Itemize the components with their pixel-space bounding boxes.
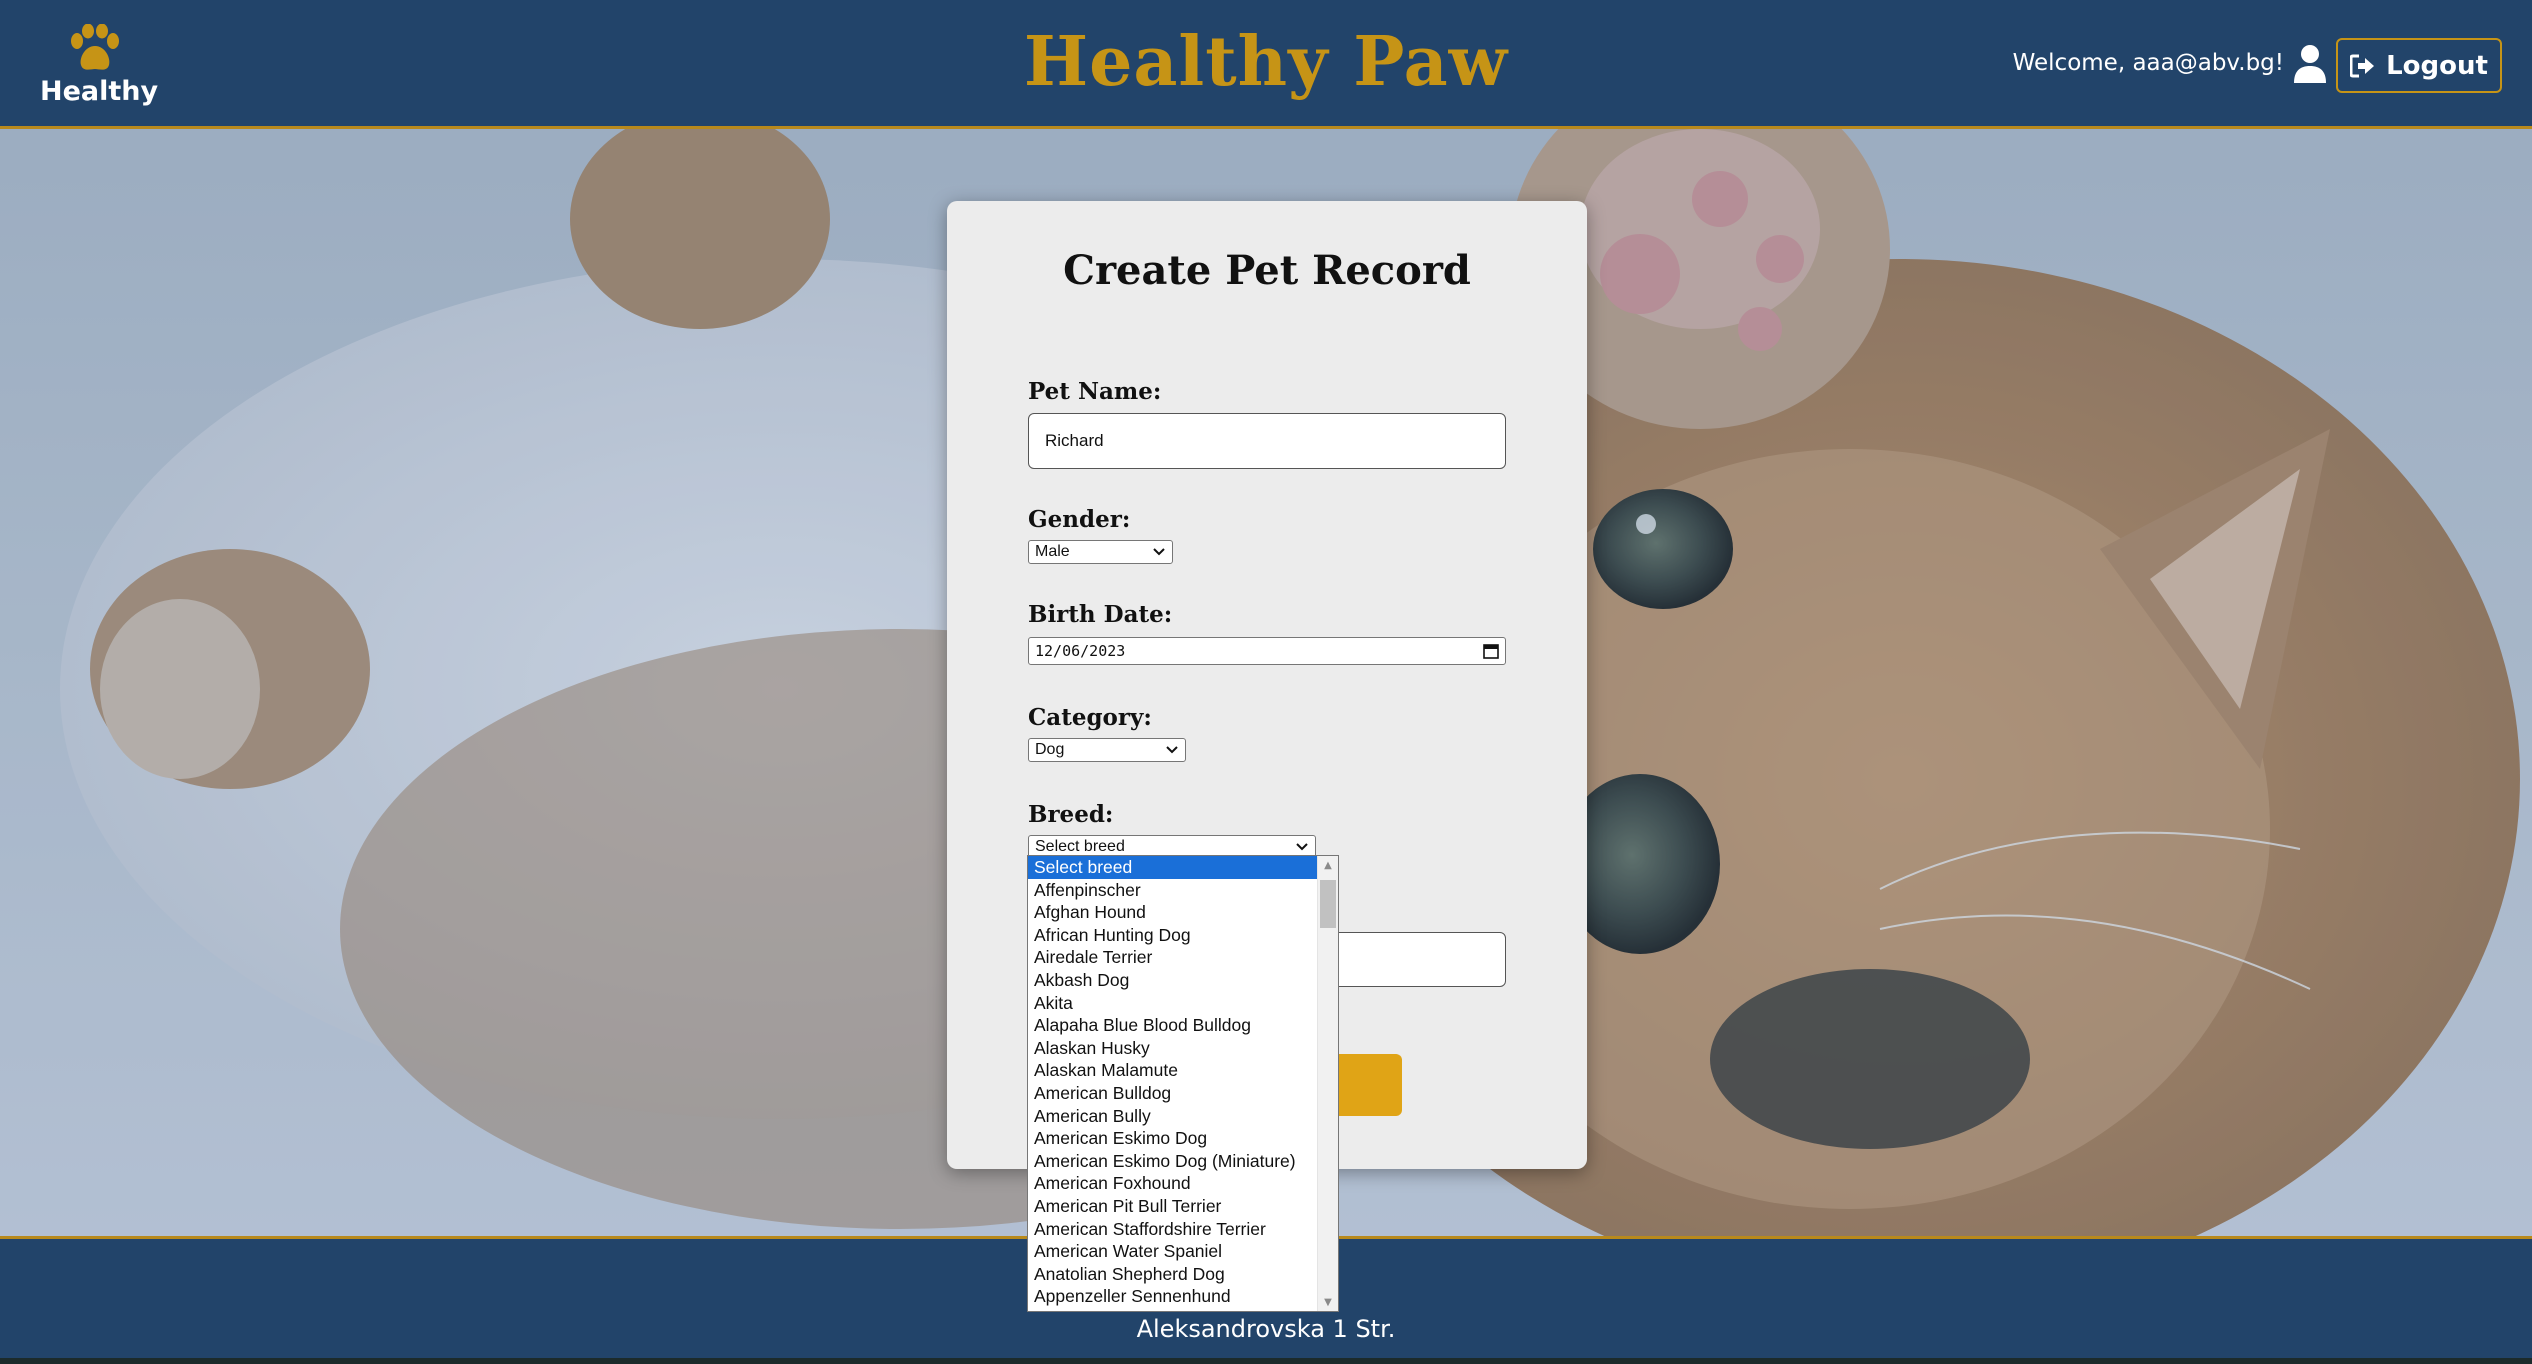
breed-option[interactable]: American Eskimo Dog (Miniature) (1028, 1150, 1318, 1173)
paw-icon (71, 24, 119, 70)
birth-date-value: 12/06/2023 (1035, 642, 1126, 660)
breed-label: Breed: (1028, 801, 1114, 828)
bottom-strip (0, 1358, 2532, 1364)
breed-option[interactable]: Akita (1028, 992, 1318, 1015)
breed-option[interactable]: Alaskan Husky (1028, 1037, 1318, 1060)
sign-out-icon (2350, 54, 2375, 77)
breed-option[interactable]: Affenpinscher (1028, 879, 1318, 902)
chevron-down-icon (1166, 746, 1178, 754)
pet-name-input[interactable]: Richard (1028, 413, 1506, 469)
chevron-down-icon (1153, 548, 1165, 556)
breed-option[interactable]: Anatolian Shepherd Dog (1028, 1263, 1318, 1286)
birth-date-input[interactable]: 12/06/2023 (1028, 637, 1506, 665)
breed-option[interactable]: Alapaha Blue Blood Bulldog (1028, 1014, 1318, 1037)
category-value: Dog (1035, 741, 1065, 758)
home-logo-link[interactable]: Healthy (40, 24, 159, 114)
birth-date-label: Birth Date: (1028, 601, 1173, 628)
breed-option[interactable]: Akbash Dog (1028, 969, 1318, 992)
logout-button[interactable]: Logout (2336, 38, 2502, 93)
breed-option[interactable]: Select breed (1028, 856, 1318, 879)
calendar-icon[interactable] (1483, 643, 1499, 659)
breed-option[interactable]: American Water Spaniel (1028, 1240, 1318, 1263)
form-title: Create Pet Record (1063, 247, 1471, 294)
logo-text: Healthy (40, 76, 159, 107)
breed-option[interactable]: American Bulldog (1028, 1082, 1318, 1105)
site-header: Healthy Healthy Paw Welcome, aaa@abv.bg!… (0, 0, 2532, 129)
chevron-down-icon (1296, 843, 1308, 851)
welcome-message: Welcome, aaa@abv.bg! (2012, 50, 2284, 76)
breed-option[interactable]: Afghan Hound (1028, 901, 1318, 924)
dropdown-scrollbar[interactable]: ▲ ▼ (1317, 856, 1338, 1311)
gender-value: Male (1035, 543, 1070, 560)
breed-options: Select breed Affenpinscher Afghan Hound Afr… (1028, 856, 1318, 1308)
breed-option[interactable]: American Staffordshire Terrier (1028, 1218, 1318, 1241)
breed-option[interactable]: American Bully (1028, 1105, 1318, 1128)
category-label: Category: (1028, 704, 1152, 731)
breed-option[interactable]: American Eskimo Dog (1028, 1127, 1318, 1150)
breed-option[interactable]: Appenzeller Sennenhund (1028, 1285, 1318, 1308)
pet-name-value: Richard (1045, 431, 1104, 450)
scroll-down-icon[interactable]: ▼ (1318, 1293, 1338, 1311)
user-icon[interactable] (2293, 44, 2327, 84)
breed-option[interactable]: Alaskan Malamute (1028, 1059, 1318, 1082)
logout-label: Logout (2386, 50, 2488, 81)
breed-option[interactable]: Airedale Terrier (1028, 946, 1318, 969)
scroll-up-icon[interactable]: ▲ (1318, 856, 1338, 874)
breed-option[interactable]: American Foxhound (1028, 1172, 1318, 1195)
scroll-thumb[interactable] (1320, 880, 1336, 928)
breed-option[interactable]: American Pit Bull Terrier (1028, 1195, 1318, 1218)
brand-title: Healthy Paw (1023, 22, 1509, 102)
gender-select[interactable]: Male (1028, 540, 1173, 564)
breed-option[interactable]: African Hunting Dog (1028, 924, 1318, 947)
footer-address: Aleksandrovska 1 Str. (1136, 1315, 1396, 1343)
breed-dropdown-list[interactable]: Select breed Affenpinscher Afghan Hound Afr… (1027, 855, 1339, 1312)
category-select[interactable]: Dog (1028, 738, 1186, 762)
breed-value: Select breed (1035, 838, 1125, 855)
pet-name-label: Pet Name: (1028, 378, 1162, 405)
gender-label: Gender: (1028, 506, 1131, 533)
